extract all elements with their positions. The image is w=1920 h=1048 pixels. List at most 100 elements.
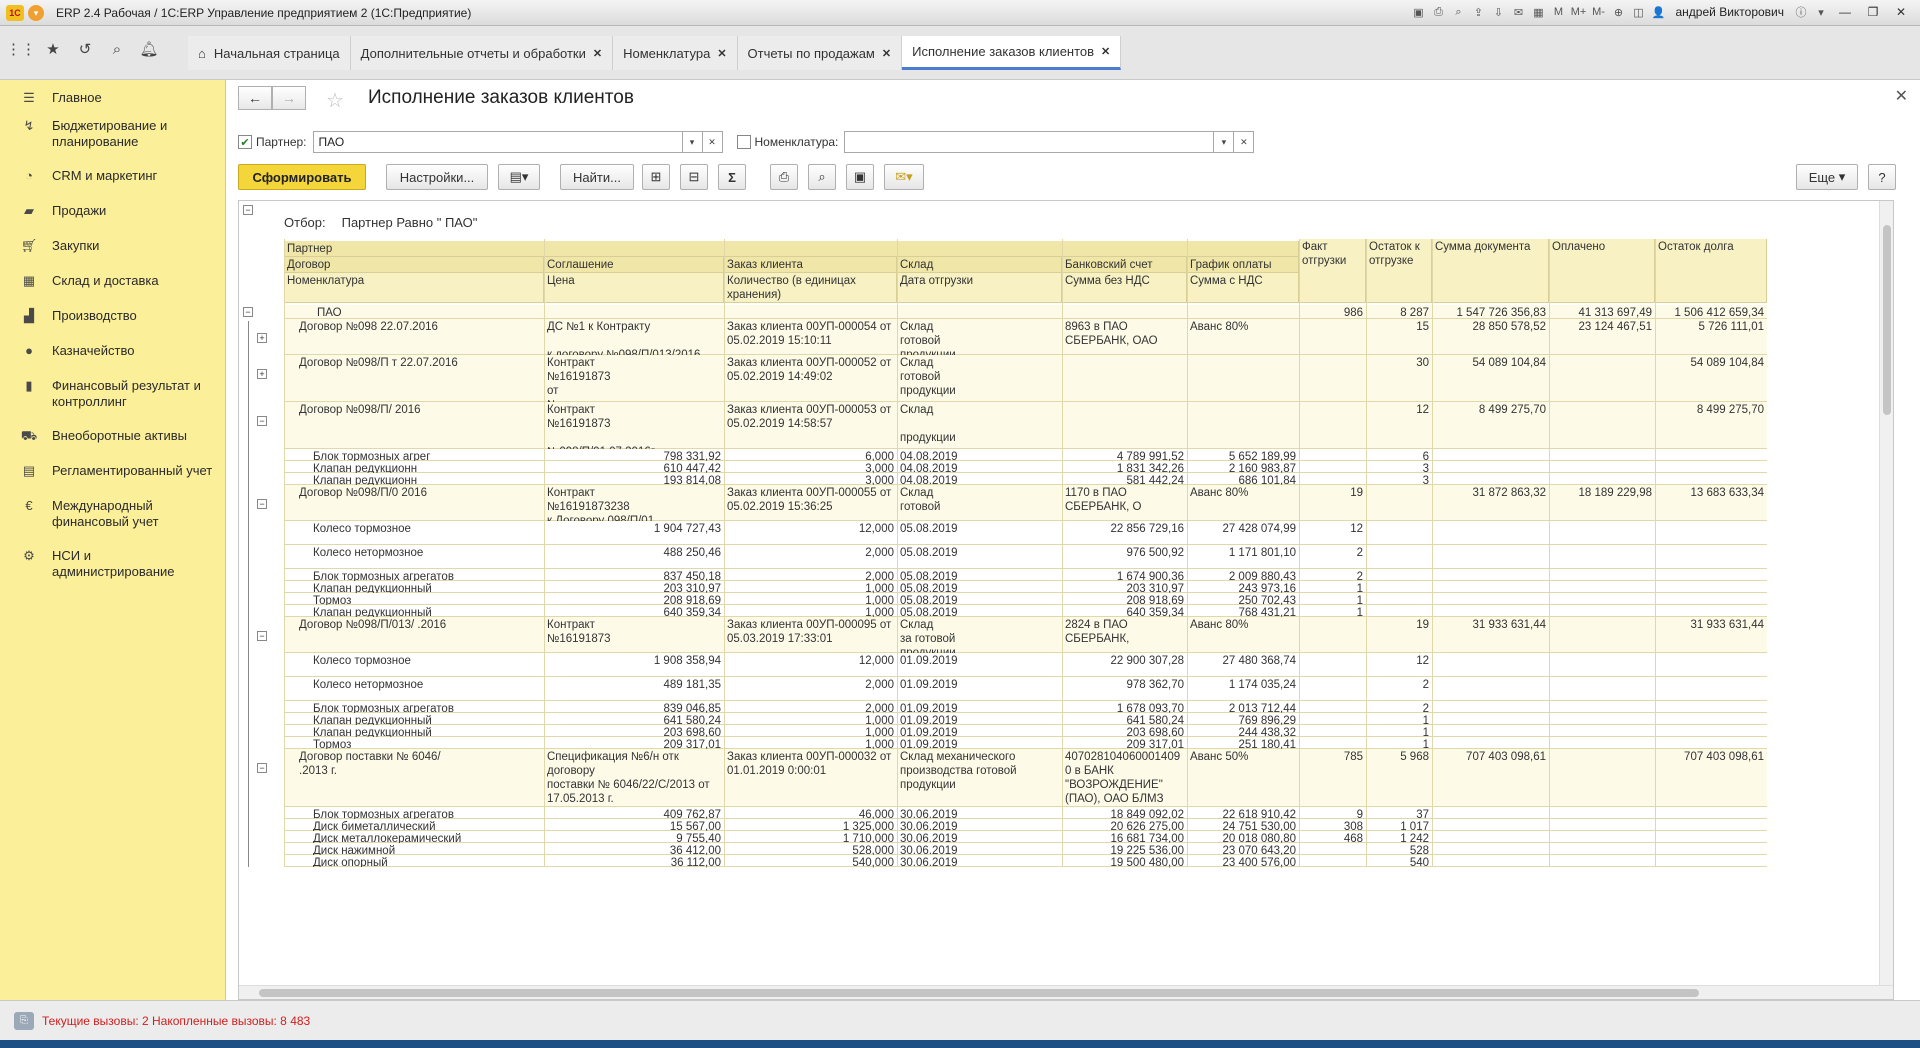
report-spreadsheet[interactable]: − Отбор: Партнер Равно " ПАО" Партнер Дого…	[238, 200, 1894, 1000]
sidebar-item-production[interactable]: ▟ Производство	[20, 308, 220, 324]
user-icon[interactable]: 👤	[1650, 3, 1668, 21]
calendar-icon[interactable]: ▦	[1530, 3, 1548, 21]
history-icon[interactable]: ↺	[76, 40, 94, 58]
cell-debt: 13 683 633,34	[1690, 487, 1764, 499]
variants-dropdown-icon[interactable]: ▤▾	[498, 164, 540, 190]
collapse-groups-icon[interactable]: ⊟	[680, 164, 708, 190]
nomenclature-input[interactable]	[844, 131, 1215, 153]
gear-icon: ⚙	[23, 548, 35, 563]
sidebar-item-regulated-accounting[interactable]: ▤ Регламентированный учет	[20, 463, 220, 479]
scroll-thumb[interactable]	[259, 989, 1699, 997]
collapse-row-icon[interactable]: −	[257, 416, 267, 426]
1c-logo-icon[interactable]: 1С	[6, 4, 24, 21]
zoom-icon[interactable]: ⊕	[1610, 3, 1628, 21]
memory-minus-icon[interactable]: M-	[1590, 3, 1608, 21]
collapse-partner-icon[interactable]: −	[243, 307, 253, 317]
notifications-bell-icon[interactable]: 🔔︎	[139, 40, 158, 58]
save-icon[interactable]: ▣	[846, 164, 874, 190]
tab-nomenclature[interactable]: Номенклатура ✕	[613, 36, 738, 70]
tab-home[interactable]: ⌂ Начальная страница	[188, 36, 351, 70]
print-preview-icon[interactable]: ⌕	[808, 164, 836, 190]
close-form-icon[interactable]: ✕	[1895, 86, 1908, 106]
partner-dropdown-icon[interactable]: ▾	[682, 131, 703, 153]
favorite-star-icon[interactable]: ☆	[326, 88, 344, 113]
factory-icon: ▟	[24, 308, 34, 323]
user-name[interactable]: андрей Викторович	[1676, 5, 1785, 19]
sidebar-item-financial-result[interactable]: ▮ Финансовый результат и контроллинг	[20, 378, 220, 410]
collapse-row-icon[interactable]: −	[257, 499, 267, 509]
import-icon[interactable]: ⇩	[1490, 3, 1508, 21]
sidebar-item-treasury[interactable]: ● Казначейство	[20, 343, 220, 359]
close-tab-icon[interactable]: ✕	[593, 47, 602, 60]
header-cell: Сумма документа	[1432, 239, 1549, 303]
sidebar-item-purchases[interactable]: 🛒︎ Закупки	[20, 238, 220, 254]
vertical-scrollbar[interactable]	[1879, 201, 1893, 999]
info-icon[interactable]: ⓘ	[1792, 3, 1810, 21]
scroll-thumb[interactable]	[1883, 225, 1891, 415]
expand-row-icon[interactable]: +	[257, 369, 267, 379]
more-button[interactable]: Еще ▾	[1796, 164, 1858, 190]
collapse-filter-icon[interactable]: −	[243, 205, 253, 215]
favorites-star-icon[interactable]: ★	[44, 40, 62, 58]
cell-warehouse: Склад за готовой продукции	[900, 619, 956, 653]
forward-button[interactable]: →	[272, 86, 306, 110]
horizontal-scrollbar[interactable]	[239, 985, 1893, 999]
nomenclature-dropdown-icon[interactable]: ▾	[1214, 131, 1235, 153]
cell-fact	[1299, 617, 1366, 631]
generate-button[interactable]: Сформировать	[238, 164, 366, 190]
settings-button[interactable]: Настройки...	[386, 164, 488, 190]
help-button[interactable]: ?	[1868, 164, 1896, 190]
nomenclature-clear-icon[interactable]: ✕	[1234, 131, 1255, 153]
minimize-button[interactable]: —	[1832, 3, 1858, 21]
sidebar-item-warehouse[interactable]: ▦ Склад и доставка	[20, 273, 220, 289]
panel-icon[interactable]: ◫	[1630, 3, 1648, 21]
tab-order-execution[interactable]: Исполнение заказов клиентов ✕	[902, 36, 1122, 70]
cell-paid: 18 189 229,98	[1578, 487, 1652, 499]
cell-doc-sum: 31 872 863,32	[1472, 487, 1546, 499]
sidebar-item-fixed-assets[interactable]: ⛟ Внеоборотные активы	[20, 428, 220, 444]
settings-dropdown-icon[interactable]: ▾	[1812, 3, 1830, 21]
sidebar-item-crm[interactable]: ◔ CRM и маркетинг	[20, 168, 220, 184]
maximize-button[interactable]: ❐	[1860, 3, 1886, 21]
save-icon[interactable]: ▣	[1410, 3, 1428, 21]
preview-icon[interactable]: ⌕	[1450, 3, 1468, 21]
tab-additional-reports[interactable]: Дополнительные отчеты и обработки ✕	[350, 36, 614, 70]
tab-sales-reports[interactable]: Отчеты по продажам ✕	[737, 36, 903, 70]
server-calls-icon[interactable]: ⎘	[14, 1011, 34, 1030]
close-tab-icon[interactable]: ✕	[1101, 45, 1110, 58]
expand-groups-icon[interactable]: ⊞	[642, 164, 670, 190]
partner-input[interactable]: ПАО	[312, 131, 683, 153]
sidebar-item-budgeting[interactable]: ↯ Бюджетирование и планирование	[20, 118, 220, 150]
sidebar-item-ifrs[interactable]: € Международный финансовый учет	[20, 498, 220, 530]
sidebar-item-sales[interactable]: ▰ Продажи	[20, 203, 220, 219]
close-tab-icon[interactable]: ✕	[882, 47, 891, 60]
search-icon[interactable]: ⌕	[108, 40, 126, 58]
collapse-row-icon[interactable]: −	[257, 763, 267, 773]
memory-m-icon[interactable]: M	[1550, 3, 1568, 21]
sidebar-item-main[interactable]: ☰ Главное	[20, 90, 220, 106]
partner-clear-icon[interactable]: ✕	[702, 131, 723, 153]
cell-fact	[1299, 855, 1366, 869]
attach-icon[interactable]: ✉	[1510, 3, 1528, 21]
print-icon[interactable]: ⎙	[1430, 3, 1448, 21]
nomenclature-checkbox[interactable]	[736, 135, 751, 149]
apps-grid-icon[interactable]: ⋮⋮	[6, 40, 36, 58]
cell-remain: 30	[1416, 357, 1429, 369]
partner-checkbox[interactable]: ✔	[238, 135, 252, 149]
memory-plus-icon[interactable]: M+	[1570, 3, 1588, 21]
collapse-row-icon[interactable]: −	[257, 631, 267, 641]
find-button[interactable]: Найти...	[560, 164, 634, 190]
send-mail-icon[interactable]: ✉▾	[884, 164, 924, 190]
nomenclature-label: Номенклатура:	[754, 135, 839, 149]
print-icon[interactable]: ⎙	[770, 164, 798, 190]
main-menu-icon[interactable]: ▾	[28, 4, 44, 21]
expand-row-icon[interactable]: +	[257, 333, 267, 343]
close-tab-icon[interactable]: ✕	[717, 47, 726, 60]
export-icon[interactable]: ⇪	[1470, 3, 1488, 21]
sidebar-item-admin[interactable]: ⚙ НСИ и администрирование	[20, 548, 220, 580]
cell-remain: 15	[1416, 321, 1429, 333]
close-window-button[interactable]: ✕	[1888, 3, 1914, 21]
cell-fact: 19	[1350, 487, 1363, 499]
sum-icon[interactable]: Σ	[718, 164, 746, 190]
back-button[interactable]: ←	[238, 86, 272, 110]
